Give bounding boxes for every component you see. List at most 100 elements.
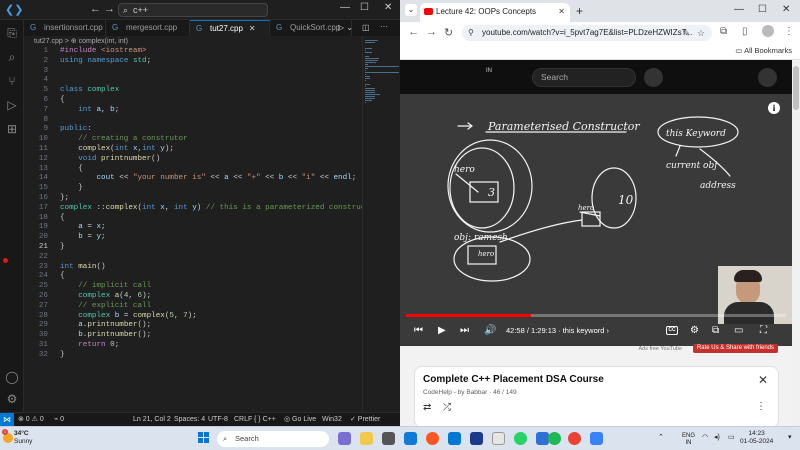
notification-icon[interactable]: ▾ [788, 433, 792, 441]
breadcrumb[interactable]: tut27.cpp > ⊕ complex(int, int) [34, 37, 128, 45]
playlist-title[interactable]: Complete C++ Placement DSA Course [423, 374, 604, 385]
code-line[interactable]: 2 using namespace std; [24, 57, 362, 67]
playlist-panel[interactable]: Complete C++ Placement DSA Course CodeHe… [414, 366, 779, 426]
page-scrollbar[interactable] [792, 60, 800, 426]
code-line[interactable]: 31 return 0; [24, 341, 362, 351]
tab-close-icon[interactable]: ✕ [249, 24, 256, 33]
code-line[interactable]: 27 // explicit call [24, 302, 362, 312]
all-bookmarks-button[interactable]: ▭ All Bookmarks [735, 46, 792, 55]
extensions-icon[interactable]: ⊞ [5, 122, 19, 136]
code-line[interactable]: 22 [24, 253, 362, 263]
sidepanel-icon[interactable]: ▯ [742, 26, 748, 37]
minimize-icon[interactable]: — [340, 2, 350, 13]
code-line[interactable]: 29 a.printnumber(); [24, 321, 362, 331]
scrollbar-thumb[interactable] [793, 66, 799, 110]
problems-status[interactable]: ⊗ 0 ⚠ 0 [18, 415, 44, 425]
code-line[interactable]: 25 // implicit call [24, 282, 362, 292]
playlist-close-icon[interactable]: ✕ [758, 373, 768, 387]
whatsapp-icon[interactable] [514, 432, 527, 445]
search-icon[interactable]: ⌕ [5, 50, 19, 64]
captions-icon[interactable]: CC [666, 326, 678, 335]
weather-widget[interactable]: 34°C Sunny [14, 430, 32, 446]
remote-icon[interactable]: ⋈ [0, 413, 14, 426]
volume-icon[interactable]: 🔊 [484, 325, 496, 337]
back-icon[interactable]: ← [408, 26, 419, 38]
code-line[interactable]: 5 class complex [24, 86, 362, 96]
settings-icon[interactable]: ⚙ [690, 325, 699, 337]
taskbar-search-input[interactable]: ⌕ Search [217, 431, 329, 447]
minimap[interactable] [362, 36, 400, 412]
platform-status[interactable]: Win32 [322, 415, 342, 425]
loop-icon[interactable]: ⇄ [423, 402, 431, 413]
language-indicator[interactable]: ENG IN [682, 433, 695, 447]
video-progress-bar[interactable] [406, 314, 786, 317]
indentation-status[interactable]: Spaces: 4 [174, 415, 205, 425]
edge-icon[interactable] [404, 432, 417, 445]
brave-icon[interactable] [426, 432, 439, 445]
task-view-icon[interactable] [382, 432, 395, 445]
code-line[interactable]: 32} [24, 351, 362, 361]
code-line[interactable]: 14 cout << "your number is" << a << "+" … [24, 174, 362, 184]
chrome-tab-youtube[interactable]: Lecture 42: OOPs Concepts ✕ [420, 3, 570, 22]
bookmark-star-icon[interactable]: ☆ [697, 25, 705, 41]
code-line[interactable]: 9 public: [24, 125, 362, 135]
maximize-icon[interactable]: ☐ [360, 2, 369, 13]
previous-icon[interactable]: ⏮ [414, 325, 423, 337]
code-line[interactable]: 28 complex b = complex(5, 7); [24, 312, 362, 322]
windows-start-icon[interactable] [198, 432, 210, 444]
code-line[interactable]: 18 { [24, 214, 362, 224]
close-icon[interactable]: ✕ [384, 2, 392, 13]
code-editor[interactable]: 1 #include <iostream> 2 using namespace std… [24, 47, 393, 412]
go-live-button[interactable]: ◎ Go Live [284, 415, 316, 425]
terminal-icon[interactable] [470, 432, 483, 445]
account-avatar[interactable] [758, 68, 777, 87]
shuffle-icon[interactable]: ⤮ [443, 402, 451, 413]
profile-avatar[interactable] [762, 25, 774, 37]
spotify-icon[interactable] [548, 432, 561, 445]
video-player[interactable]: Parameterised Constructor this Keyword c… [400, 94, 792, 346]
copilot-icon[interactable] [338, 432, 351, 445]
run-icon[interactable]: ▷ ⌄ [338, 23, 353, 32]
code-line[interactable]: 16}; [24, 194, 362, 204]
code-line[interactable]: 17 complex ::complex(int x, int y) // thi… [24, 204, 393, 214]
code-line[interactable]: 21} [24, 243, 362, 253]
prettier-status[interactable]: ✓ Prettier [350, 415, 380, 425]
vscode-taskbar-icon[interactable] [448, 432, 461, 445]
video-info-icon[interactable]: i [768, 102, 780, 114]
address-bar[interactable]: ⚲ youtube.com/watch?v=i_5pvt7ag7E&list=P… [462, 25, 712, 41]
cursor-position[interactable]: Ln 21, Col 2 [133, 415, 171, 425]
rate-share-banner[interactable]: Rate Us & Share with friends [692, 344, 778, 353]
chapter-text[interactable]: · this keyword [558, 326, 604, 335]
forward-arrow-icon[interactable]: → [104, 3, 115, 15]
code-line[interactable]: 24 { [24, 272, 362, 282]
wifi-icon[interactable]: ◠ [702, 433, 708, 441]
photos-icon[interactable] [590, 432, 603, 445]
store-icon[interactable] [492, 432, 505, 445]
code-line[interactable]: 4 [24, 76, 362, 86]
playlist-more-icon[interactable]: ⋮ [756, 401, 766, 412]
extensions-icon[interactable]: ⧉ [720, 26, 727, 37]
code-line[interactable]: 11 complex(int x,int y); [24, 145, 362, 155]
voice-search-icon[interactable] [644, 68, 663, 87]
eol-status[interactable]: CRLF [234, 415, 252, 425]
encoding-status[interactable]: UTF-8 [208, 415, 228, 425]
code-line[interactable]: 6{ [24, 96, 362, 106]
system-clock[interactable]: 14:23 01-05-2024 [740, 430, 773, 446]
split-editor-icon[interactable]: ◫ [362, 23, 370, 32]
tab-search-icon[interactable]: ⌄ [405, 4, 417, 16]
code-line[interactable]: 30 b.printnumber(); [24, 331, 362, 341]
language-mode[interactable]: { } C++ [254, 415, 276, 425]
code-line[interactable]: 13 { [24, 165, 362, 175]
chrome-menu-icon[interactable]: ⋮ [784, 26, 794, 37]
miniplayer-icon[interactable]: ⧉ [712, 325, 719, 337]
new-tab-icon[interactable]: + [576, 4, 583, 18]
code-line[interactable]: 10 // creating a construtor [24, 135, 362, 145]
code-line[interactable]: 1 #include <iostream> [24, 47, 362, 57]
theater-mode-icon[interactable]: ▭ [734, 325, 743, 337]
speaker-icon[interactable]: ◂) [714, 433, 720, 441]
youtube-search-input[interactable]: Search [532, 68, 636, 87]
tab-insertionsort[interactable]: Ginsertionsort.cpp [24, 20, 106, 36]
code-line[interactable]: 26 complex a(4, 6); [24, 292, 362, 302]
minimize-icon[interactable]: — [734, 4, 744, 15]
forward-icon[interactable]: → [426, 26, 437, 38]
